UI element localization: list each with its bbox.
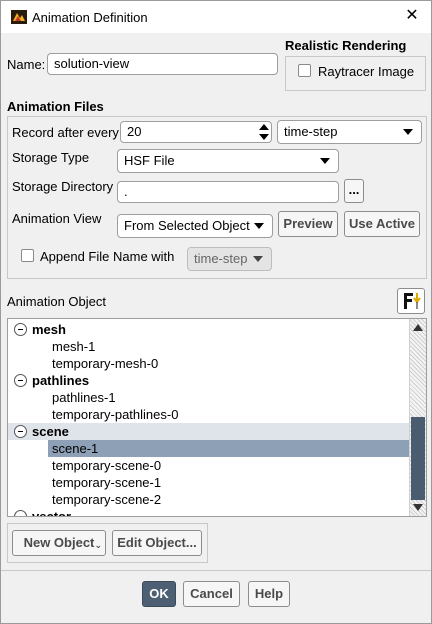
divider — [1, 570, 431, 571]
chevron-down-icon — [254, 223, 264, 229]
tree-group-scene[interactable]: scene — [8, 423, 410, 440]
raytracer-label: Raytracer Image — [318, 64, 415, 79]
fluent-app-icon — [11, 10, 27, 24]
name-label: Name: — [7, 57, 46, 72]
filter-button[interactable] — [397, 288, 425, 314]
edit-object-button[interactable]: Edit Object... — [112, 530, 202, 556]
collapse-icon[interactable] — [14, 510, 27, 516]
append-filename-checkbox[interactable] — [21, 249, 34, 262]
chevron-down-icon — [403, 129, 413, 135]
cancel-button[interactable]: Cancel — [183, 581, 240, 607]
tree-group-mesh[interactable]: mesh — [8, 321, 408, 338]
append-filename-select[interactable]: time-step — [187, 247, 272, 271]
storage-directory-label: Storage Directory — [12, 179, 114, 194]
animation-view-value: From Selected Object — [124, 218, 250, 233]
ok-button[interactable]: OK — [142, 581, 176, 607]
scroll-down-icon[interactable] — [413, 504, 423, 511]
spin-down-icon[interactable] — [259, 134, 269, 140]
animation-view-label: Animation View — [12, 211, 102, 226]
tree-scrollbar[interactable] — [409, 319, 426, 516]
storage-type-value: HSF File — [124, 153, 175, 168]
use-active-button[interactable]: Use Active — [344, 211, 420, 237]
tree-item[interactable]: temporary-pathlines-0 — [52, 406, 178, 423]
window-title: Animation Definition — [32, 10, 148, 25]
tree-item[interactable]: mesh-1 — [52, 338, 95, 355]
help-button[interactable]: Help — [248, 581, 290, 607]
record-spinner[interactable] — [257, 121, 271, 143]
title-bar[interactable]: Animation Definition ✕ — [1, 1, 431, 33]
animation-object-label: Animation Object — [7, 294, 106, 309]
storage-type-label: Storage Type — [12, 150, 90, 165]
record-label: Record after every — [12, 125, 119, 140]
chevron-down-icon — [320, 158, 330, 164]
tree-group-vector[interactable]: vector — [8, 508, 408, 516]
tree-item[interactable]: temporary-mesh-0 — [52, 355, 158, 372]
chevron-down-icon — [253, 256, 263, 262]
animation-definition-dialog: Animation Definition ✕ Name: solution-vi… — [0, 0, 432, 624]
tree-item-selected[interactable]: scene-1 — [48, 440, 410, 457]
append-filename-label: Append File Name with — [40, 249, 175, 264]
spin-up-icon[interactable] — [259, 124, 269, 130]
animation-view-select[interactable]: From Selected Object — [117, 214, 273, 238]
tree-item[interactable]: temporary-scene-1 — [52, 474, 161, 491]
tree-item[interactable]: temporary-scene-0 — [52, 457, 161, 474]
collapse-icon[interactable] — [14, 425, 27, 438]
record-value: 20 — [127, 124, 142, 139]
raytracer-checkbox[interactable] — [298, 64, 311, 77]
scroll-thumb[interactable] — [411, 417, 425, 500]
tree-group-pathlines[interactable]: pathlines — [8, 372, 408, 389]
tree-item[interactable]: temporary-scene-2 — [52, 491, 161, 508]
scroll-up-icon[interactable] — [413, 324, 423, 331]
storage-type-select[interactable]: HSF File — [117, 149, 339, 173]
append-filename-value: time-step — [194, 251, 248, 266]
animation-object-tree[interactable]: mesh mesh-1 temporary-mesh-0 pathlines p… — [7, 318, 427, 517]
new-object-button[interactable]: New Object ⌄ — [12, 530, 106, 556]
storage-directory-input[interactable]: . — [117, 181, 339, 203]
name-input[interactable]: solution-view — [47, 53, 278, 75]
preview-button[interactable]: Preview — [278, 211, 338, 237]
filter-icon — [404, 293, 421, 309]
record-unit-value: time-step — [284, 124, 338, 139]
realistic-rendering-heading: Realistic Rendering — [285, 38, 407, 53]
animation-files-heading: Animation Files — [7, 99, 104, 114]
record-unit-select[interactable]: time-step — [277, 120, 422, 144]
record-input[interactable]: 20 — [120, 121, 272, 143]
collapse-icon[interactable] — [14, 323, 27, 336]
tree-item[interactable]: pathlines-1 — [52, 389, 116, 406]
browse-button[interactable]: ... — [344, 179, 364, 203]
collapse-icon[interactable] — [14, 374, 27, 387]
corner-chevron-icon: ⌄ — [94, 540, 102, 550]
close-icon[interactable]: ✕ — [403, 7, 421, 25]
